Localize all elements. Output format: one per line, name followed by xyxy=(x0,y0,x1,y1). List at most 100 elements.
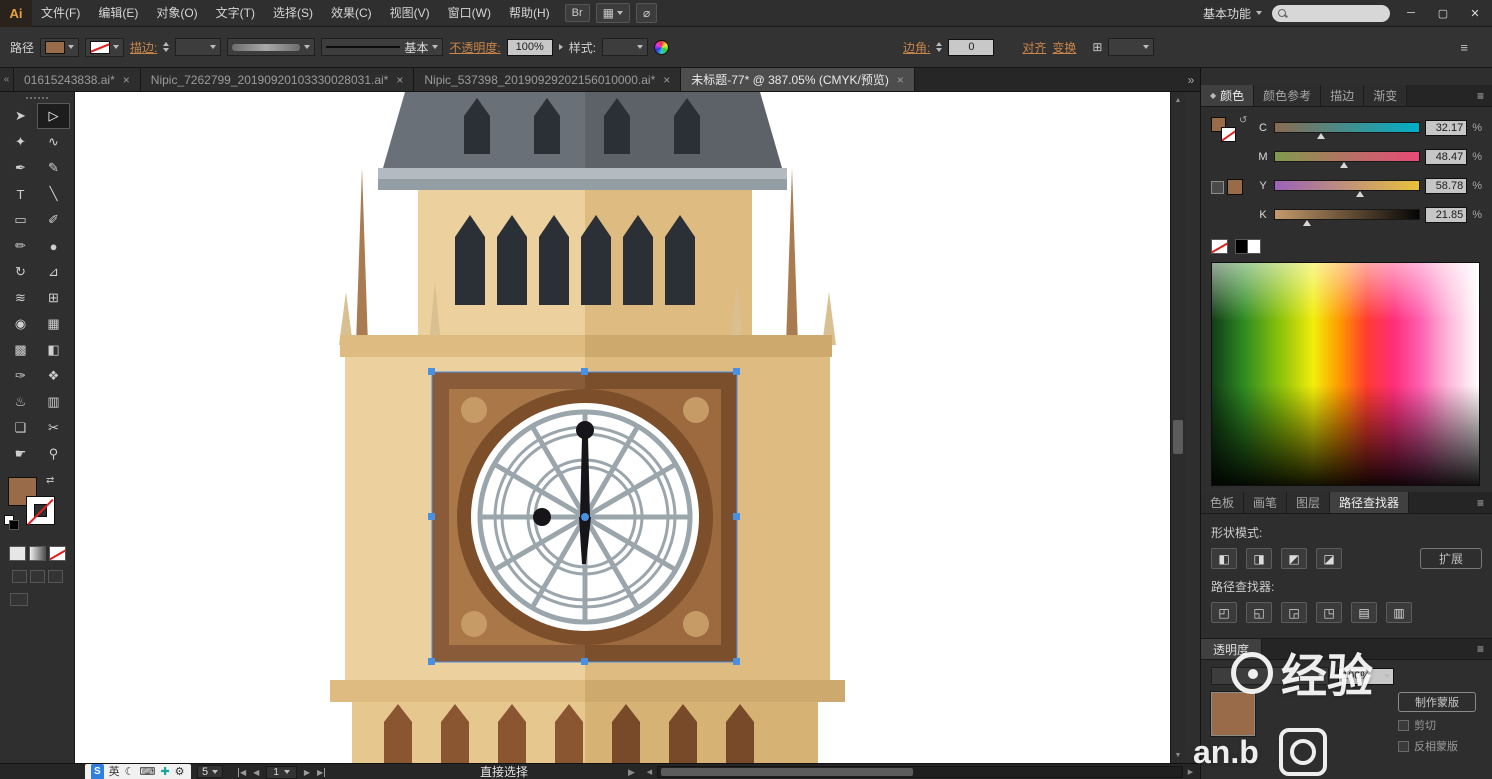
scale-tool[interactable]: ⊿ xyxy=(37,259,70,285)
yellow-slider[interactable] xyxy=(1274,180,1421,197)
tab-layers[interactable]: 图层 xyxy=(1287,492,1331,513)
tab-pathfinder[interactable]: 路径查找器 xyxy=(1330,492,1410,513)
paintbrush-tool[interactable]: ✐ xyxy=(37,207,70,233)
black-white-swatches[interactable] xyxy=(1235,239,1261,254)
vertical-scroll-thumb[interactable] xyxy=(1173,420,1183,454)
bridge-button[interactable]: Br xyxy=(564,4,590,22)
tab-color-guide[interactable]: 颜色参考 xyxy=(1254,85,1322,106)
line-segment-tool[interactable]: ╲ xyxy=(37,181,70,207)
none-swatch[interactable] xyxy=(1211,239,1228,254)
panel-swap-colors-icon[interactable]: ↺ xyxy=(1239,115,1247,126)
outline-button[interactable]: ▤ xyxy=(1351,602,1377,623)
language-bar[interactable]: S 英 ☾ ⌨ ✚ ⚙ xyxy=(85,764,191,779)
opacity-link[interactable]: 不透明度: xyxy=(449,39,500,56)
slice-tool[interactable]: ✂ xyxy=(37,415,70,441)
transform-grid-icon[interactable]: ⊞ xyxy=(1092,40,1102,54)
document-tab-2[interactable]: Nipic_7262799_20190920103330028031.ai* × xyxy=(140,68,415,91)
keyboard-icon[interactable]: ⌨ xyxy=(140,764,156,779)
lasso-tool[interactable]: ∿ xyxy=(37,129,70,155)
make-mask-button[interactable]: 制作蒙版 xyxy=(1398,692,1476,712)
cyan-value-field[interactable]: 32.17 xyxy=(1425,119,1468,136)
stroke-color-dropdown[interactable] xyxy=(85,37,125,57)
cs-live-button[interactable]: ⌀ xyxy=(636,3,658,23)
unite-button[interactable]: ◧ xyxy=(1211,548,1237,569)
minus-back-button[interactable]: ▥ xyxy=(1386,602,1412,623)
transform-link[interactable]: 变换 xyxy=(1052,39,1076,56)
tab-color[interactable]: ◆ 颜色 xyxy=(1201,85,1255,106)
last-artboard-icon[interactable]: ▶ xyxy=(317,767,326,777)
scroll-down-icon[interactable]: ▼ xyxy=(1171,748,1185,762)
color-spectrum[interactable] xyxy=(1211,262,1480,486)
tab-overflow-icon[interactable]: » xyxy=(1182,68,1200,91)
blend-tool[interactable]: ❖ xyxy=(37,363,70,389)
bigben-illustration[interactable] xyxy=(75,92,1185,763)
swap-fill-stroke-icon[interactable]: ⇄ xyxy=(46,475,54,486)
black-value-field[interactable]: 21.85 xyxy=(1425,206,1468,223)
intersect-button[interactable]: ◩ xyxy=(1281,548,1307,569)
stroke-panel-link[interactable]: 描边: xyxy=(130,39,157,56)
slider-thumb[interactable] xyxy=(1302,220,1311,226)
artboard-number-field[interactable]: 1 xyxy=(266,765,297,779)
select-similar-dropdown[interactable] xyxy=(1108,38,1155,56)
document-tab-3[interactable]: Nipic_537398_20190929202156010000.ai* × xyxy=(414,68,682,91)
hand-tool[interactable]: ☛ xyxy=(4,441,37,467)
mesh-tool[interactable]: ▩ xyxy=(4,337,37,363)
trim-button[interactable]: ◱ xyxy=(1246,602,1272,623)
menu-help[interactable]: 帮助(H) xyxy=(500,0,559,27)
arrange-documents-button[interactable]: ▦ xyxy=(595,3,630,23)
width-profile-select[interactable] xyxy=(227,38,316,56)
color-panel-menu-icon[interactable]: ≡ xyxy=(1469,85,1492,106)
restore-button[interactable]: ▢ xyxy=(1432,7,1454,20)
ime-plus-icon[interactable]: ✚ xyxy=(160,764,169,779)
default-fill-stroke-icon[interactable] xyxy=(4,515,20,530)
perspective-grid-tool[interactable]: ▦ xyxy=(37,311,70,337)
rectangle-tool[interactable]: ▭ xyxy=(4,207,37,233)
blend-mode-select[interactable] xyxy=(1211,667,1329,685)
opacity-field[interactable]: 100% xyxy=(506,38,553,56)
pen-tool[interactable]: ✒ xyxy=(4,155,37,181)
column-graph-tool[interactable]: ▥ xyxy=(37,389,70,415)
magenta-value-field[interactable]: 48.47 xyxy=(1425,148,1468,165)
type-tool[interactable]: T xyxy=(4,181,37,207)
gamut-color-swatch[interactable] xyxy=(1227,179,1243,195)
object-thumbnail[interactable] xyxy=(1211,692,1255,736)
corner-link[interactable]: 边角: xyxy=(903,39,930,56)
zoom-tool[interactable]: ⚲ xyxy=(37,441,70,467)
language-mode-label[interactable]: 英 xyxy=(109,764,120,779)
expand-button[interactable]: 扩展 xyxy=(1420,548,1482,569)
tab-transparency[interactable]: 透明度 xyxy=(1201,639,1263,659)
first-artboard-icon[interactable]: ◀ xyxy=(238,767,246,777)
none-mode-button[interactable] xyxy=(48,546,66,561)
menu-select[interactable]: 选择(S) xyxy=(264,0,322,27)
next-artboard-icon[interactable]: ▶ xyxy=(304,768,310,777)
menu-object[interactable]: 对象(O) xyxy=(147,0,206,27)
shape-builder-tool[interactable]: ◉ xyxy=(4,311,37,337)
crop-button[interactable]: ◳ xyxy=(1316,602,1342,623)
pencil-tool[interactable]: ✏ xyxy=(4,233,37,259)
recolor-artwork-button[interactable] xyxy=(654,39,670,55)
transparency-panel-menu-icon[interactable]: ≡ xyxy=(1469,642,1492,656)
divide-button[interactable]: ◰ xyxy=(1211,602,1237,623)
zoom-level-select[interactable]: 5 xyxy=(197,765,224,778)
stroke-weight-select[interactable] xyxy=(175,38,222,56)
tab-swatches[interactable]: 色板 xyxy=(1201,492,1245,513)
slider-thumb[interactable] xyxy=(1356,191,1365,197)
scroll-up-icon[interactable]: ▲ xyxy=(1171,93,1185,107)
close-tab-icon[interactable]: × xyxy=(663,73,670,87)
search-input[interactable] xyxy=(1272,4,1390,22)
corner-field[interactable]: 0 xyxy=(948,38,995,56)
style-select[interactable] xyxy=(602,38,649,56)
vertical-scrollbar[interactable]: ▲ ▼ xyxy=(1170,92,1185,763)
draw-inside-button[interactable] xyxy=(47,570,63,583)
menu-type[interactable]: 文字(T) xyxy=(207,0,264,27)
black-slider[interactable] xyxy=(1274,209,1421,226)
curvature-tool[interactable]: ✎ xyxy=(37,155,70,181)
document-tab-4-active[interactable]: 未标题-77* @ 387.05% (CMYK/预览) × xyxy=(681,68,915,91)
prev-artboard-icon[interactable]: ◀ xyxy=(253,768,259,777)
ime-icon[interactable]: S xyxy=(91,764,104,779)
opacity-expand-icon[interactable] xyxy=(558,44,563,50)
clip-checkbox[interactable]: 剪切 xyxy=(1398,717,1482,733)
panel-stroke-swatch[interactable] xyxy=(1221,127,1236,142)
gamut-warning-icon[interactable] xyxy=(1211,181,1224,194)
minus-front-button[interactable]: ◨ xyxy=(1246,548,1272,569)
